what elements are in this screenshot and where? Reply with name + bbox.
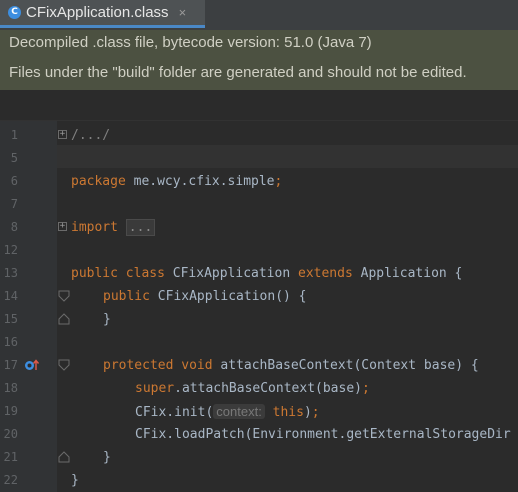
semicolon: ; bbox=[274, 174, 283, 189]
class-file-icon: C bbox=[8, 6, 21, 19]
fold-close-icon[interactable] bbox=[58, 313, 70, 325]
line-number: 6 bbox=[10, 174, 18, 188]
super-call: super.attachBaseContext(base); bbox=[135, 377, 370, 400]
keyword: import bbox=[71, 220, 118, 235]
semicolon: ; bbox=[361, 381, 370, 396]
keyword: void bbox=[181, 358, 213, 373]
line-number: 15 bbox=[3, 312, 18, 326]
load-patch-call: CFix.loadPatch(Environment.getExternalSt… bbox=[135, 427, 511, 442]
parameter-hint: context: bbox=[213, 404, 265, 419]
fold-open-icon[interactable] bbox=[58, 290, 70, 302]
method-signature: attachBaseContext(Context base) { bbox=[212, 358, 479, 373]
package-name: me.wcy.cfix.simple bbox=[125, 174, 275, 189]
call-expression: CFix.init( bbox=[135, 405, 214, 420]
line-number: 16 bbox=[3, 335, 18, 349]
decompiled-notice-banner: Decompiled .class file, bytecode version… bbox=[0, 30, 518, 90]
tab-title: CFixApplication.class bbox=[26, 4, 169, 21]
code-line: 18 super.attachBaseContext(base); bbox=[0, 377, 518, 400]
expand-fold-icon[interactable]: + bbox=[58, 222, 67, 231]
code-line: 5 bbox=[0, 147, 518, 170]
semicolon: ; bbox=[311, 405, 320, 420]
line-number: 5 bbox=[10, 151, 18, 165]
keyword: public bbox=[71, 266, 118, 281]
line-number: 19 bbox=[3, 404, 18, 418]
import-statement: import ... bbox=[71, 216, 156, 239]
class-declaration: public class CFixApplication extends App… bbox=[71, 262, 462, 285]
constructor-declaration: public CFixApplication() { bbox=[103, 285, 307, 308]
folded-comment[interactable]: /.../ bbox=[71, 124, 110, 147]
closing-brace: } bbox=[103, 450, 111, 465]
tab-cfixapplication-class[interactable]: C CFixApplication.class × bbox=[0, 0, 205, 28]
superclass: Application { bbox=[352, 266, 463, 281]
code-line: 21 } bbox=[0, 446, 518, 469]
closing-brace: } bbox=[103, 312, 111, 327]
call-close: ) bbox=[303, 405, 312, 420]
closing-brace: } bbox=[71, 473, 79, 488]
code-line: 8 + import ... bbox=[0, 216, 518, 239]
package-statement: package me.wcy.cfix.simple; bbox=[71, 170, 282, 193]
code-line: 12 bbox=[0, 239, 518, 262]
constructor-signature: CFixApplication() { bbox=[149, 289, 307, 304]
code-line: 19 CFix.init(context: this); bbox=[0, 400, 518, 423]
line-number: 7 bbox=[10, 197, 18, 211]
line-number: 22 bbox=[3, 473, 18, 487]
expand-fold-icon[interactable]: + bbox=[58, 130, 67, 139]
init-call: CFix.init(context: this); bbox=[135, 400, 320, 424]
line-number: 18 bbox=[3, 381, 18, 395]
keyword: protected bbox=[103, 358, 174, 373]
call-expression: .attachBaseContext(base) bbox=[174, 381, 362, 396]
line-number: 21 bbox=[3, 450, 18, 464]
keyword: this bbox=[272, 405, 304, 420]
override-up-icon[interactable] bbox=[24, 359, 40, 371]
line-number: 20 bbox=[3, 427, 18, 441]
line-number: 13 bbox=[3, 266, 18, 280]
line-number: 17 bbox=[3, 358, 18, 372]
editor-tab-bar: C CFixApplication.class × bbox=[0, 0, 518, 31]
class-name: CFixApplication bbox=[164, 266, 298, 281]
code-line: 7 bbox=[0, 193, 518, 216]
code-line: 20 CFix.loadPatch(Environment.getExterna… bbox=[0, 423, 518, 446]
code-line: 17 protected void attachBaseContext(Cont… bbox=[0, 354, 518, 377]
fold-open-icon[interactable] bbox=[58, 359, 70, 371]
keyword: package bbox=[71, 174, 126, 189]
line-number: 12 bbox=[3, 243, 18, 257]
code-line: 22 } bbox=[0, 469, 518, 492]
code-line: 6 package me.wcy.cfix.simple; bbox=[0, 170, 518, 193]
code-line: 15 } bbox=[0, 308, 518, 331]
line-number: 1 bbox=[10, 128, 18, 142]
code-line: 13 public class CFixApplication extends … bbox=[0, 262, 518, 285]
banner-line-bytecode: Decompiled .class file, bytecode version… bbox=[9, 34, 372, 51]
line-number: 8 bbox=[10, 220, 18, 234]
folded-imports[interactable]: ... bbox=[125, 219, 156, 236]
close-icon[interactable]: × bbox=[179, 5, 187, 20]
keyword: class bbox=[125, 266, 165, 281]
keyword: super bbox=[135, 381, 175, 396]
keyword: extends bbox=[298, 266, 353, 281]
banner-line-build-warning: Files under the "build" folder are gener… bbox=[9, 64, 467, 81]
code-line: 14 public CFixApplication() { bbox=[0, 285, 518, 308]
method-declaration: protected void attachBaseContext(Context… bbox=[103, 354, 479, 377]
keyword: public bbox=[103, 289, 150, 304]
code-line: 1 + /.../ bbox=[0, 124, 518, 147]
line-number: 14 bbox=[3, 289, 18, 303]
code-line: 16 bbox=[0, 331, 518, 354]
fold-close-icon[interactable] bbox=[58, 451, 70, 463]
code-editor[interactable]: 1 + /.../ 5 6 package me.wcy.cfix.simple… bbox=[0, 120, 518, 492]
